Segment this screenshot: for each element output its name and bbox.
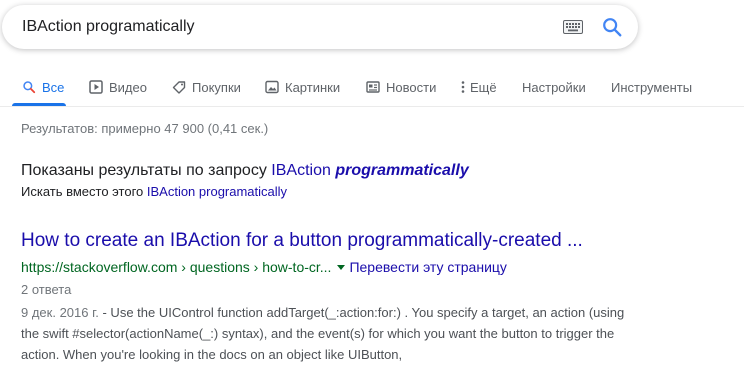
result-date: 9 дек. 2016 г. bbox=[21, 305, 99, 320]
tab-label: Видео bbox=[109, 79, 147, 95]
caret-down-icon[interactable] bbox=[337, 264, 346, 270]
search-icon bbox=[23, 81, 36, 94]
corrected-query-link[interactable]: IBAction programmatically bbox=[271, 162, 468, 179]
tab-label: Все bbox=[42, 79, 65, 95]
tab-label: Инструменты bbox=[611, 79, 693, 95]
tab-label: Картинки bbox=[285, 79, 341, 95]
tab-settings[interactable]: Настройки bbox=[522, 77, 586, 97]
snippet-text: - Use the UIControl function addTarget(_… bbox=[21, 305, 625, 362]
answer-count: 2 ответа bbox=[21, 282, 72, 297]
result-title-link[interactable]: How to create an IBAction for a button p… bbox=[21, 230, 583, 252]
search-instead: Искать вместо этого IBAction programatic… bbox=[21, 184, 287, 199]
translate-link[interactable]: Перевести эту страницу bbox=[349, 259, 506, 275]
corrected-emph: programmatically bbox=[335, 162, 469, 179]
result-stats: Результатов: примерно 47 900 (0,41 сек.) bbox=[21, 121, 269, 136]
tab-more[interactable]: Ещё bbox=[460, 77, 497, 97]
tab-label: Настройки bbox=[522, 79, 586, 95]
tab-news[interactable]: Новости bbox=[366, 77, 436, 97]
search-box[interactable]: IBAction programatically bbox=[2, 5, 638, 49]
tab-all[interactable]: Все bbox=[22, 77, 64, 97]
tab-label: Новости bbox=[386, 79, 437, 95]
tab-label: Покупки bbox=[192, 79, 241, 95]
tabs-divider bbox=[0, 106, 744, 107]
tag-icon bbox=[172, 81, 186, 94]
original-query-link[interactable]: IBAction programatically bbox=[147, 184, 287, 199]
search-input[interactable]: IBAction programatically bbox=[22, 18, 195, 36]
instead-prefix: Искать вместо этого bbox=[21, 184, 144, 199]
image-icon bbox=[265, 80, 279, 94]
more-vert-icon bbox=[461, 81, 465, 93]
result-snippet: 9 дек. 2016 г. - Use the UIControl funct… bbox=[21, 302, 631, 365]
showing-prefix: Показаны результаты по запросу bbox=[21, 162, 267, 179]
keyboard-icon[interactable] bbox=[563, 20, 583, 34]
tab-label: Ещё bbox=[470, 79, 497, 95]
tab-images[interactable]: Картинки bbox=[265, 77, 340, 97]
tab-shopping[interactable]: Покупки bbox=[172, 77, 241, 97]
tab-tools[interactable]: Инструменты bbox=[611, 77, 692, 97]
result-url-line: https://stackoverflow.com › questions › … bbox=[21, 259, 507, 275]
spelling-correction: Показаны результаты по запросу IBAction … bbox=[21, 162, 469, 180]
tab-video[interactable]: Видео bbox=[89, 77, 147, 97]
search-icon[interactable] bbox=[601, 16, 623, 38]
play-icon bbox=[89, 80, 103, 94]
result-url[interactable]: https://stackoverflow.com › questions › … bbox=[21, 259, 331, 275]
search-tabs: Все Видео Покупки Картинки Новости Ещё Н… bbox=[0, 70, 744, 106]
news-icon bbox=[366, 81, 380, 93]
corrected-word: IBAction bbox=[271, 162, 331, 179]
